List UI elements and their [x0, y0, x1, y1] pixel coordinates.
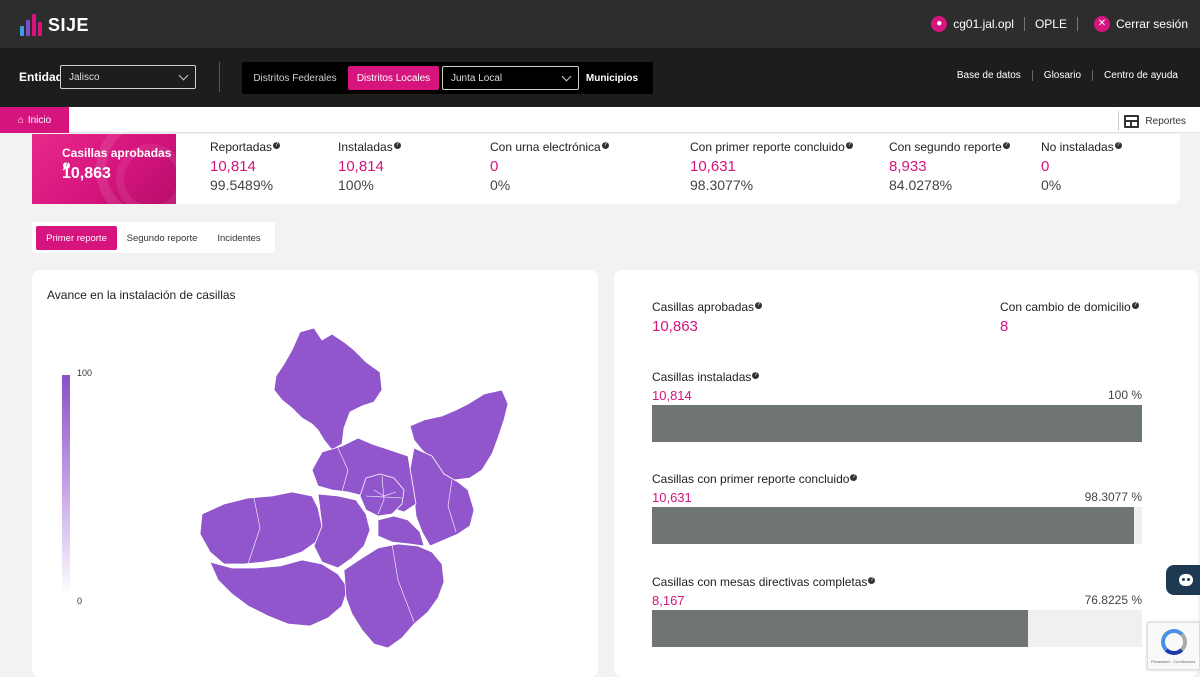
help-icon[interactable]: ? [755, 302, 763, 309]
help-icon[interactable]: ? [1114, 142, 1122, 149]
link-base-datos[interactable]: Base de datos [946, 70, 1032, 81]
report-tabs: Primer reporte Segundo reporte Incidente… [32, 222, 275, 253]
user-menu[interactable]: ● cg01.jal.opl [931, 16, 1024, 32]
close-icon: ✕ [1093, 16, 1110, 32]
junta-select[interactable]: Junta Local [442, 66, 579, 90]
logout-button[interactable]: ✕ Cerrar sesión [1078, 16, 1188, 32]
chevron-down-icon [561, 71, 572, 81]
tab-distritos-locales[interactable]: Distritos Locales [348, 66, 439, 90]
tab-primer-reporte[interactable]: Primer reporte [36, 226, 117, 250]
tab-municipios[interactable]: Municipios [584, 66, 640, 90]
logo-text: SIJE [48, 15, 90, 35]
help-icon[interactable]: ? [845, 142, 853, 149]
header-links: Base de datos Glosario Centro de ayuda [946, 70, 1189, 81]
recaptcha-text: Privacidad - Condiciones [1151, 659, 1196, 664]
tab-incidentes[interactable]: Incidentes [208, 226, 270, 250]
stat-urna-electronica: Con urna electrónica? 0 0% [490, 140, 609, 193]
link-glosario[interactable]: Glosario [1031, 70, 1092, 81]
tab-segundo-reporte[interactable]: Segundo reporte [120, 226, 204, 250]
progress-track [652, 610, 1142, 647]
top-header: SIJE ● cg01.jal.opl OPLE ✕ Cerrar sesión [0, 0, 1200, 48]
stat-casillas-aprobadas: Casillas aprobadas? 10,863 [32, 134, 176, 204]
user-area: ● cg01.jal.opl OPLE ✕ Cerrar sesión [931, 0, 1188, 48]
tab-distritos-federales[interactable]: Distritos Federales [250, 66, 340, 90]
help-icon[interactable]: ? [1131, 302, 1139, 309]
filter-bar: Entidad Jalisco Distritos Federales Dist… [0, 48, 1200, 107]
stat-primer-reporte: Con primer reporte concluido? 10,631 98.… [690, 140, 853, 193]
stat-instaladas: Instaladas? 10,814 100% [338, 140, 401, 193]
home-icon: ⌂ [17, 114, 24, 126]
district-selector: Distritos Federales Distritos Locales Ju… [242, 62, 653, 94]
logout-label: Cerrar sesión [1115, 17, 1188, 31]
map-legend-gradient [62, 375, 70, 595]
map-region-centro-oeste [313, 493, 371, 569]
bar-mesas-directivas: Casillas con mesas directivas completas?… [652, 575, 1142, 647]
chevron-down-icon [178, 70, 189, 80]
bar-casillas-instaladas: Casillas instaladas? 10,814 100 % [652, 370, 1142, 442]
progress-fill [652, 405, 1142, 442]
home-label: Inicio [27, 114, 52, 126]
map-region-sureste [377, 515, 425, 547]
help-icon[interactable]: ? [752, 372, 760, 379]
map-region-costa-sur [209, 559, 349, 627]
map-region-costa-norte [199, 491, 323, 565]
help-icon[interactable]: ? [1002, 142, 1010, 149]
stat-reportadas: Reportadas? 10,814 99.5489% [210, 140, 281, 193]
stat-no-instaladas: No instaladas? 0 0% [1041, 140, 1122, 193]
home-tab[interactable]: ⌂ Inicio [0, 107, 69, 133]
help-icon[interactable]: ? [393, 142, 401, 149]
legend-min-label: 0 [77, 596, 83, 606]
map-region-sur [343, 543, 445, 649]
progress-track [652, 507, 1142, 544]
map-card: Avance en la instalación de casillas 100… [32, 270, 598, 677]
reportes-button[interactable]: Reportes [1118, 111, 1186, 131]
stats-summary: Casillas aprobadas? 10,863 Reportadas? 1… [32, 134, 1180, 204]
nav-row: ⌂ Inicio Reportes [0, 107, 1200, 133]
chatbot-icon [1179, 574, 1193, 586]
help-icon[interactable]: ? [868, 577, 876, 584]
progress-fill [652, 610, 1029, 647]
reportes-label: Reportes [1145, 115, 1186, 127]
recaptcha-badge[interactable]: Privacidad - Condiciones [1147, 622, 1200, 670]
chat-widget-button[interactable] [1166, 565, 1200, 595]
progress-fill [652, 507, 1134, 544]
sije-logo[interactable]: SIJE [20, 12, 89, 36]
stat-value: 10,863 [62, 165, 111, 182]
help-icon[interactable]: ? [850, 474, 858, 481]
help-icon[interactable]: ? [273, 142, 281, 149]
logo-bars-icon [20, 12, 42, 36]
detail-aprobadas: Casillas aprobadas? 10,863 [652, 300, 763, 335]
user-role: OPLE [1023, 17, 1078, 31]
table-icon [1124, 114, 1140, 128]
bar-primer-reporte: Casillas con primer reporte concluido? 1… [652, 472, 1142, 544]
entidad-label: Entidad [19, 70, 63, 84]
user-icon: ● [931, 16, 948, 32]
entidad-select[interactable]: Jalisco [60, 65, 196, 89]
map-region-norte [273, 327, 383, 451]
stat-segundo-reporte: Con segundo reporte? 8,933 84.0278% [889, 140, 1010, 193]
detail-cambio-domicilio: Con cambio de domicilio? 8 [1000, 300, 1139, 335]
legend-max-label: 100 [77, 368, 93, 378]
progress-track [652, 405, 1142, 442]
link-centro-ayuda[interactable]: Centro de ayuda [1092, 70, 1189, 81]
jalisco-map[interactable] [152, 320, 532, 660]
detail-card: Casillas aprobadas? 10,863 Con cambio de… [614, 270, 1198, 677]
map-title: Avance en la instalación de casillas [47, 288, 236, 302]
help-icon[interactable]: ? [601, 142, 609, 149]
junta-value: Junta Local [451, 72, 503, 84]
entidad-value: Jalisco [69, 71, 100, 83]
divider [219, 62, 220, 92]
user-name: cg01.jal.opl [953, 17, 1014, 31]
recaptcha-icon [1161, 629, 1187, 655]
